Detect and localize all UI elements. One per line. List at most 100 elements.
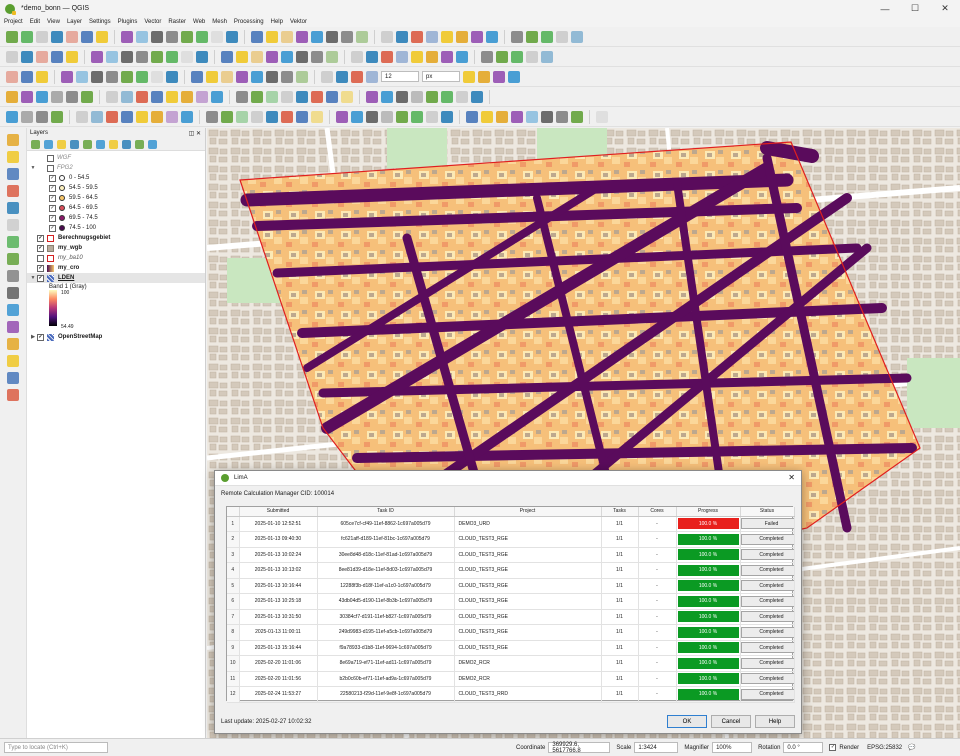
layer-row[interactable]: ▶ ✓ OpenStreetMap (27, 332, 205, 342)
add-layer-icon[interactable] (7, 372, 19, 384)
toolbar-tool-icon[interactable] (381, 110, 393, 123)
rotation-field[interactable]: 0.0 ° (783, 742, 824, 753)
layer-group-row[interactable]: ▼ FPG2 (27, 163, 205, 173)
toolbar-tool-icon[interactable] (266, 50, 278, 63)
toolbar-tool-icon[interactable] (21, 30, 33, 43)
toolbar-tool-icon[interactable] (366, 90, 378, 103)
layer-checkbox[interactable]: ✓ (37, 244, 44, 252)
add-layer-icon[interactable] (7, 304, 19, 316)
toolbar-tool-icon[interactable] (136, 110, 148, 123)
toolbar-tool-icon[interactable] (51, 110, 63, 123)
layer-checkbox[interactable]: ✓ (37, 274, 44, 282)
toolbar-tool-icon[interactable] (36, 30, 48, 43)
toolbar-tool-icon[interactable] (36, 90, 48, 103)
menu-settings[interactable]: Settings (89, 19, 111, 25)
toolbar-tool-icon[interactable] (281, 110, 293, 123)
table-row[interactable]: 7 2025-01-13 10:31:50 30384cf7-d191-11ef-b… (227, 609, 795, 625)
add-layer-icon[interactable] (7, 355, 19, 367)
toolbar-tool-icon[interactable] (96, 30, 108, 43)
toolbar-tool-icon[interactable] (136, 90, 148, 103)
font-size-field[interactable]: 12 (381, 71, 419, 82)
layer-checkbox[interactable]: ✓ (37, 234, 44, 242)
toolbar-tool-icon[interactable] (81, 90, 93, 103)
toolbar-tool-icon[interactable] (181, 90, 193, 103)
toolbar-tool-icon[interactable] (486, 30, 498, 43)
layer-checkbox[interactable] (37, 254, 44, 262)
toolbar-tool-icon[interactable] (21, 90, 33, 103)
layer-tool-icon[interactable] (135, 139, 144, 149)
toolbar-tool-icon[interactable] (266, 110, 278, 123)
status-button[interactable]: Completed (740, 657, 793, 669)
layer-tool-icon[interactable] (31, 139, 40, 149)
toolbar-tool-icon[interactable] (411, 90, 423, 103)
toolbar-tool-icon[interactable] (181, 110, 193, 123)
toolbar-tool-icon[interactable] (196, 30, 208, 43)
column-header[interactable]: Task ID (317, 507, 455, 517)
toolbar-tool-icon[interactable] (471, 30, 483, 43)
toolbar-tool-icon[interactable] (6, 110, 18, 123)
toolbar-tool-icon[interactable] (236, 50, 248, 63)
chevron-down-icon[interactable]: ▼ (29, 165, 37, 171)
status-button[interactable]: Completed (740, 533, 793, 545)
toolbar-tool-icon[interactable] (311, 90, 323, 103)
toolbar-tool-icon[interactable] (396, 30, 408, 43)
legend-class-row[interactable]: ✓ 0 - 54.5 (27, 173, 205, 183)
toolbar-tool-icon[interactable] (151, 30, 163, 43)
layer-row[interactable]: WGF (27, 153, 205, 163)
toolbar-tool-icon[interactable] (396, 110, 408, 123)
table-row[interactable]: 1 2025-01-10 12:52:51 605ce7cf-cf49-11ef-8… (227, 516, 795, 532)
toolbar-tool-icon[interactable] (493, 70, 505, 83)
toolbar-tool-icon[interactable] (296, 30, 308, 43)
table-row[interactable]: 9 2025-01-13 15:16:44 f9a78933-d1b8-11ef-9… (227, 640, 795, 656)
toolbar-tool-icon[interactable] (496, 110, 508, 123)
table-row[interactable]: 12 2025-02-24 11:53:27 22580213-f29d-11ef-… (227, 686, 795, 703)
toolbar-tool-icon[interactable] (221, 110, 233, 123)
toolbar-tool-icon[interactable] (326, 50, 338, 63)
toolbar-tool-icon[interactable] (66, 90, 78, 103)
toolbar-tool-icon[interactable] (441, 50, 453, 63)
toolbar-tool-icon[interactable] (51, 30, 63, 43)
legend-checkbox[interactable]: ✓ (49, 224, 56, 232)
render-checkbox[interactable]: ✓ (829, 744, 837, 751)
status-button[interactable]: Completed (740, 549, 793, 561)
toolbar-tool-icon[interactable] (51, 90, 63, 103)
toolbar-tool-icon[interactable] (541, 50, 553, 63)
toolbar-tool-icon[interactable] (151, 110, 163, 123)
toolbar-tool-icon[interactable] (221, 50, 233, 63)
toolbar-tool-icon[interactable] (426, 90, 438, 103)
toolbar-tool-icon[interactable] (471, 90, 483, 103)
menu-web[interactable]: Web (193, 19, 205, 25)
toolbar-tool-icon[interactable] (556, 30, 568, 43)
magnifier-field[interactable]: 100% (712, 742, 753, 753)
toolbar-tool-icon[interactable] (281, 50, 293, 63)
column-header[interactable]: Submitted (239, 507, 318, 517)
layer-row[interactable]: ✓ Berechnugsgebiet (27, 233, 205, 243)
toolbar-tool-icon[interactable] (511, 110, 523, 123)
toolbar-tool-icon[interactable] (211, 90, 223, 103)
toolbar-tool-icon[interactable] (121, 50, 133, 63)
toolbar-tool-icon[interactable] (571, 30, 583, 43)
toolbar-tool-icon[interactable] (51, 50, 63, 63)
toolbar-tool-icon[interactable] (411, 50, 423, 63)
add-layer-icon[interactable] (7, 270, 19, 282)
toolbar-tool-icon[interactable] (151, 50, 163, 63)
legend-class-row[interactable]: ✓ 74.5 - 100 (27, 223, 205, 233)
toolbar-tool-icon[interactable] (356, 30, 368, 43)
toolbar-tool-icon[interactable] (21, 70, 33, 83)
toolbar-tool-icon[interactable] (366, 70, 378, 83)
legend-class-row[interactable]: ✓ 69.5 - 74.5 (27, 213, 205, 223)
table-row[interactable]: 3 2025-01-13 10:02:24 30ee8d48-d18c-11ef-8… (227, 547, 795, 563)
legend-checkbox[interactable]: ✓ (49, 194, 56, 202)
status-button[interactable]: Completed (740, 673, 793, 685)
toolbar-tool-icon[interactable] (296, 70, 308, 83)
toolbar-tool-icon[interactable] (196, 90, 208, 103)
toolbar-tool-icon[interactable] (481, 110, 493, 123)
add-layer-icon[interactable] (7, 202, 19, 214)
toolbar-tool-icon[interactable] (121, 70, 133, 83)
toolbar-tool-icon[interactable] (411, 30, 423, 43)
toolbar-tool-icon[interactable] (91, 110, 103, 123)
toolbar-tool-icon[interactable] (6, 90, 18, 103)
toolbar-tool-icon[interactable] (556, 110, 568, 123)
toolbar-tool-icon[interactable] (106, 110, 118, 123)
toolbar-tool-icon[interactable] (526, 50, 538, 63)
